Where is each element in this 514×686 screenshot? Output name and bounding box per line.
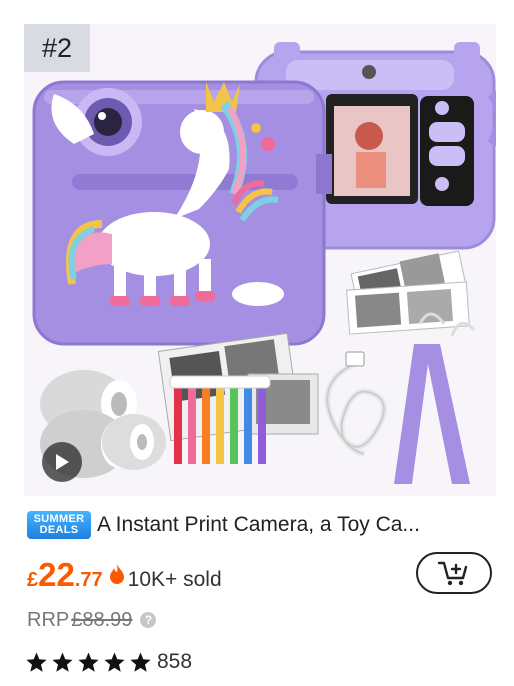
star-rating [25, 651, 152, 674]
photos-and-pens-illustration [157, 332, 319, 464]
product-title[interactable]: A Instant Print Camera, a Toy Ca... [97, 513, 420, 537]
printed-photos-illustration [346, 250, 470, 335]
play-video-button[interactable] [42, 442, 82, 482]
flame-icon [109, 564, 124, 584]
info-icon[interactable]: ? [140, 612, 157, 628]
product-illustration [32, 42, 496, 484]
star-icon [130, 651, 151, 672]
star-icon [52, 651, 73, 672]
product-card[interactable]: #2 SUMMER DEALS A Instant Print Camera, … [0, 0, 514, 686]
star-icon [104, 651, 125, 672]
front-camera-illustration [32, 80, 332, 346]
play-icon [56, 454, 69, 470]
star-icon [26, 651, 47, 672]
price-decimal: .77 [74, 569, 103, 591]
review-count: 858 [157, 650, 193, 673]
price-row: £ 22 .77 10K+ sold [27, 556, 222, 593]
badge-line-2: DEALS [39, 524, 79, 536]
sold-count: 10K+ sold [127, 568, 222, 591]
product-image[interactable]: #2 [24, 24, 496, 496]
price-whole: 22 [38, 556, 75, 593]
price-currency: £ [27, 569, 39, 591]
lanyard-illustration [394, 312, 476, 484]
rrp-row: RRP £88.99 ? [27, 606, 157, 634]
rrp-label: RRP [27, 608, 70, 631]
rrp-price: £88.99 [71, 608, 133, 631]
rank-badge: #2 [24, 24, 90, 72]
star-icon [78, 651, 99, 672]
add-to-cart-button[interactable] [416, 552, 492, 594]
rating-row[interactable]: 858 [25, 648, 192, 676]
usb-cable-illustration [324, 351, 387, 457]
add-to-cart-icon [437, 561, 468, 586]
summer-deals-badge: SUMMER DEALS [27, 511, 91, 539]
title-row[interactable]: SUMMER DEALS A Instant Print Camera, a T… [27, 510, 497, 540]
